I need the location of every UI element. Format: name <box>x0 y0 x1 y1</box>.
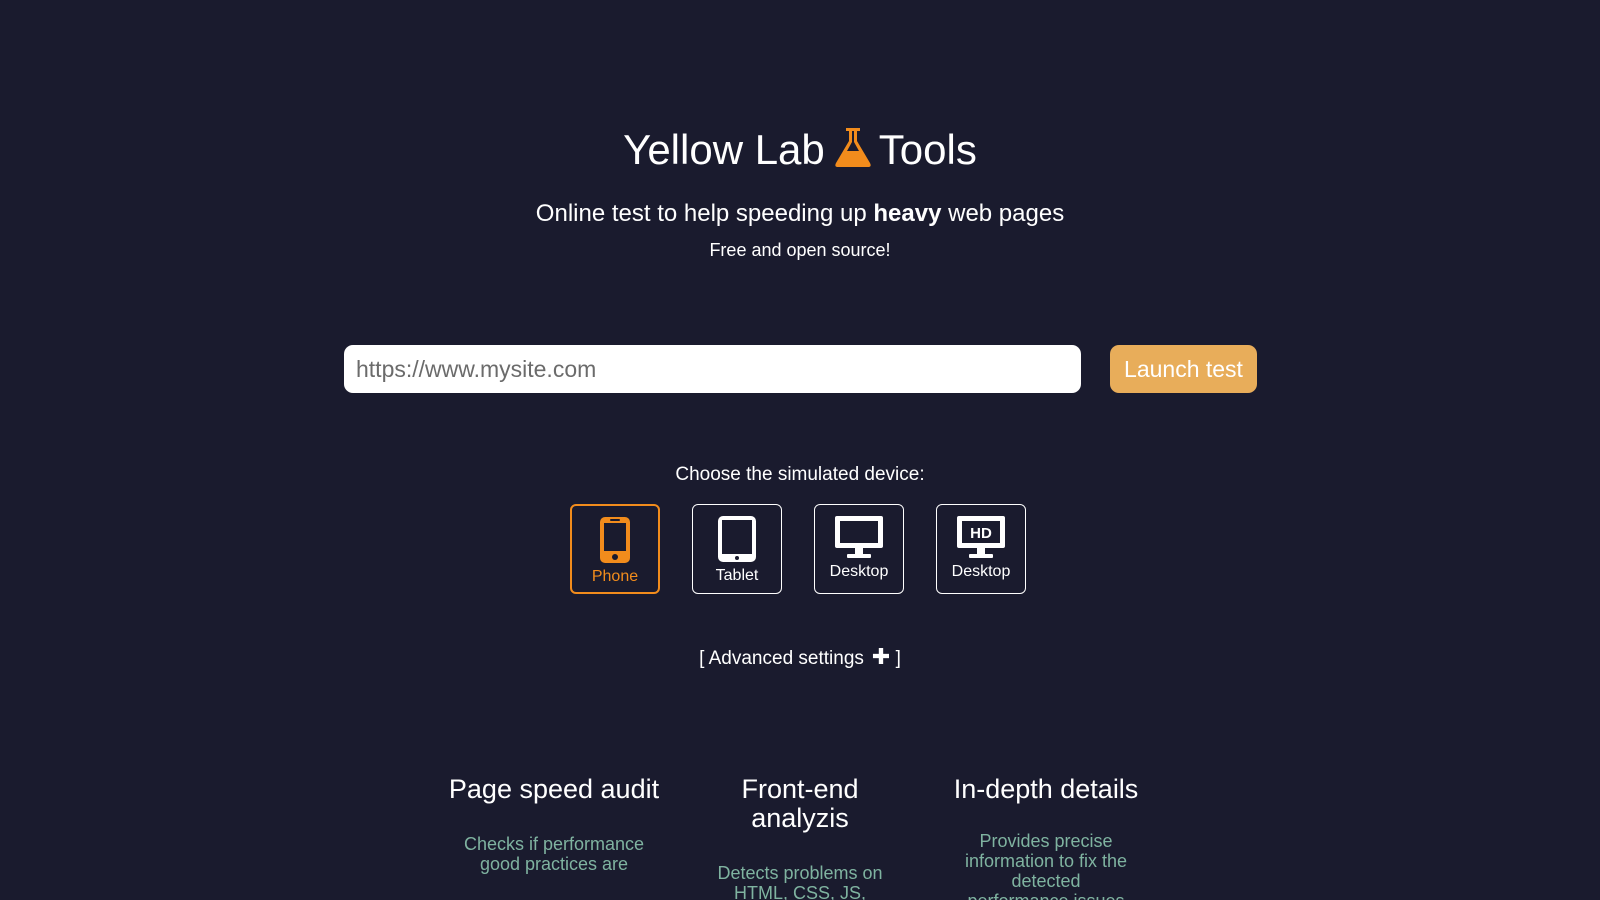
feature-front-end: Front-end analyzis Detects problems on H… <box>690 775 910 900</box>
tablet-icon <box>718 516 756 562</box>
feature-title: In-depth details <box>953 774 1139 804</box>
flask-icon <box>833 124 873 184</box>
page-title: Yellow Lab Tools <box>0 120 1600 184</box>
feature-text: Detects problems on HTML, CSS, JS, <box>717 863 883 900</box>
plus-icon: ✚ <box>871 644 891 669</box>
advanced-settings-label: Advanced settings <box>708 648 864 669</box>
subtitle-bold: heavy <box>873 200 942 227</box>
advanced-open-bracket: [ <box>699 648 705 669</box>
device-label-phone: Phone <box>591 568 639 585</box>
url-input[interactable] <box>344 345 1081 393</box>
launch-test-button[interactable]: Launch test <box>1110 345 1257 393</box>
subtitle: Online test to help speeding up heavy we… <box>0 198 1600 230</box>
feature-text: Checks if performance good practices are <box>463 834 645 874</box>
advanced-close-bracket: ] <box>895 648 901 669</box>
desktop-icon <box>835 516 883 558</box>
feature-title: Page speed audit <box>448 774 660 804</box>
feature-title: Front-end analyzis <box>741 774 859 833</box>
advanced-settings: [ Advanced settings ✚ ] <box>0 644 1600 672</box>
hd-badge: HD <box>970 525 992 542</box>
device-label-desktop-hd: Desktop <box>951 563 1011 580</box>
device-option-tablet[interactable]: Tablet <box>692 504 782 594</box>
device-option-desktop-hd[interactable]: HD Desktop <box>936 504 1026 594</box>
device-chooser-label: Choose the simulated device: <box>675 464 925 485</box>
desktop-hd-icon: HD <box>957 516 1005 558</box>
feature-in-depth: In-depth details Provides precise inform… <box>936 775 1156 900</box>
device-chooser: Phone Tablet Desktop HD Desktop <box>570 504 1030 596</box>
page: Yellow Lab Tools Online test to help spee… <box>0 0 1600 900</box>
phone-icon <box>600 517 630 563</box>
feature-text: Provides precise information to fix the … <box>964 831 1128 900</box>
tagline: Free and open source! <box>709 240 891 260</box>
device-label-desktop: Desktop <box>829 563 889 580</box>
title-part-1: Yellow Lab <box>623 126 825 173</box>
device-option-phone[interactable]: Phone <box>570 504 660 594</box>
device-label-tablet: Tablet <box>715 567 759 584</box>
title-part-2: Tools <box>878 126 977 173</box>
subtitle-prefix: Online test to help speeding up <box>535 200 874 227</box>
subtitle-suffix: web pages <box>941 200 1065 227</box>
device-option-desktop[interactable]: Desktop <box>814 504 904 594</box>
feature-page-speed: Page speed audit Checks if performance g… <box>444 774 664 875</box>
advanced-settings-toggle[interactable]: Advanced settings ✚ <box>708 644 891 669</box>
